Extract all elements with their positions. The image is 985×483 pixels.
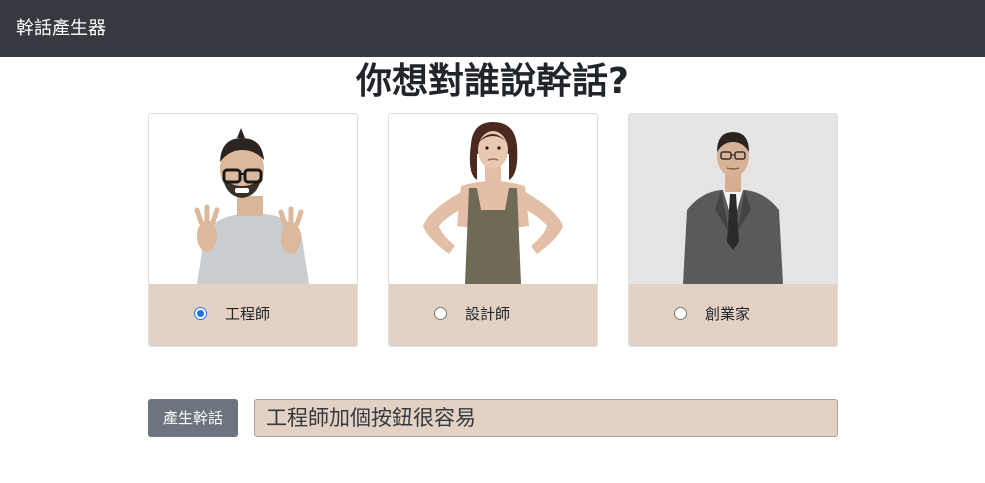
radio-entrepreneur[interactable]	[674, 307, 687, 320]
option-card-body: 設計師	[389, 284, 597, 346]
radio-label-designer[interactable]: 設計師	[465, 304, 510, 324]
navbar-brand[interactable]: 幹話產生器	[16, 17, 106, 41]
radio-designer[interactable]	[434, 307, 447, 320]
radio-label-engineer[interactable]: 工程師	[225, 304, 270, 324]
designer-photo	[389, 114, 597, 284]
output-field[interactable]: 工程師加個按鈕很容易	[254, 399, 838, 437]
navbar: 幹話產生器	[0, 0, 985, 57]
option-card-body: 工程師	[149, 284, 357, 346]
radio-engineer[interactable]	[194, 307, 207, 320]
engineer-photo	[149, 114, 357, 284]
option-card-engineer[interactable]: 工程師	[148, 113, 358, 347]
option-card-designer[interactable]: 設計師	[388, 113, 598, 347]
option-card-entrepreneur[interactable]: 創業家	[628, 113, 838, 347]
page-title: 你想對誰說幹話?	[356, 61, 629, 102]
radio-label-entrepreneur[interactable]: 創業家	[705, 304, 750, 324]
generate-button[interactable]: 產生幹話	[148, 399, 238, 437]
entrepreneur-photo	[629, 114, 837, 284]
option-card-body: 創業家	[629, 284, 837, 346]
